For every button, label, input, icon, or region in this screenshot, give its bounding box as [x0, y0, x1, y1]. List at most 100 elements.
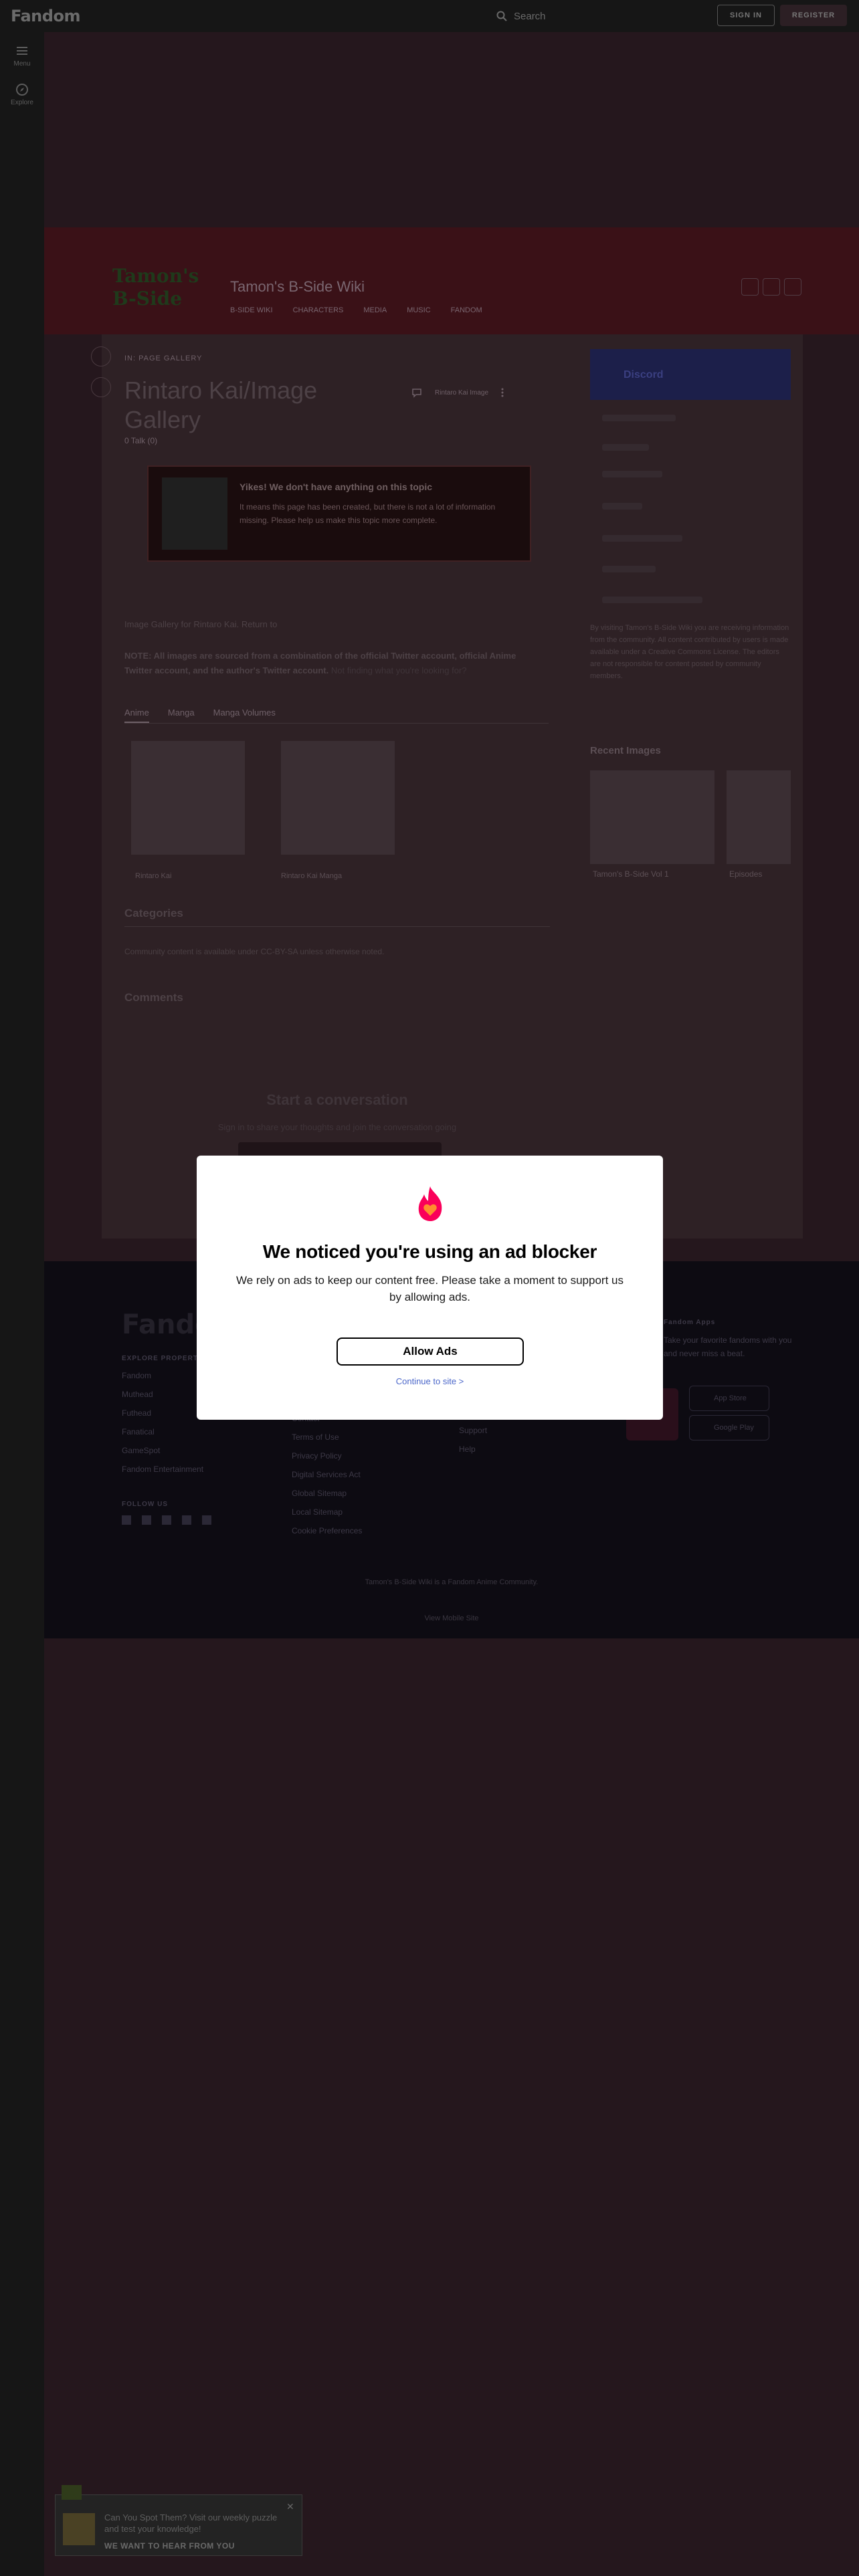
search-bar[interactable]: Search: [496, 7, 697, 25]
footer-link[interactable]: Fandom: [122, 1371, 151, 1380]
footer-link[interactable]: Muthead: [122, 1390, 153, 1399]
continue-to-site-link[interactable]: Continue to site >: [197, 1376, 663, 1386]
apps-text: Take your favorite fandoms with you and …: [664, 1335, 792, 1358]
note-rest: Not finding what you're looking for?: [330, 665, 467, 675]
fandom-logo[interactable]: Fandom: [11, 7, 80, 25]
explore-button[interactable]: Explore: [0, 83, 44, 106]
stub-notice: Yikes! We don't have anything on this to…: [147, 465, 531, 562]
footer-link[interactable]: Cookie Preferences: [292, 1526, 362, 1535]
placeholder-line: [602, 444, 649, 451]
categories-header[interactable]: Categories: [124, 907, 550, 927]
page-tools-label[interactable]: Rintaro Kai Image: [435, 389, 488, 397]
recent-image[interactable]: [727, 770, 791, 864]
footer-link[interactable]: Fandom Entertainment: [122, 1465, 203, 1474]
footer-link[interactable]: Digital Services Act: [292, 1470, 361, 1479]
intro-paragraph: Image Gallery for Rintaro Kai. Return to: [124, 619, 278, 629]
twitter-icon[interactable]: [142, 1515, 151, 1525]
placeholder-line: [602, 535, 682, 542]
footer-link[interactable]: Fanatical: [122, 1427, 155, 1436]
comment-icon[interactable]: [411, 387, 423, 399]
modal-text: We rely on ads to keep our content free.…: [236, 1274, 624, 1303]
youtube-icon[interactable]: [162, 1515, 171, 1525]
toast-cta[interactable]: WE WANT TO HEAR FROM YOU: [104, 2541, 235, 2551]
footer-link[interactable]: Local Sitemap: [292, 1507, 343, 1517]
footer-link[interactable]: Futhead: [122, 1408, 151, 1418]
about-text: By visiting Tamon's B-Side Wiki you are …: [590, 624, 789, 680]
toast-image: [63, 2513, 95, 2545]
instagram-icon[interactable]: [182, 1515, 191, 1525]
toc-button[interactable]: [91, 346, 111, 366]
modal-title: We noticed you're using an ad blocker: [262, 1241, 597, 1262]
mobile-site-link[interactable]: View Mobile Site: [44, 1614, 859, 1622]
social-links: [122, 1515, 211, 1525]
notice-image: [162, 477, 227, 550]
toast-text[interactable]: Can You Spot Them? Visit our weekly puzz…: [104, 2512, 285, 2535]
page-tools: Rintaro Kai Image: [411, 387, 504, 399]
facebook-icon[interactable]: [122, 1515, 131, 1525]
theme-toggle-button[interactable]: [763, 278, 780, 296]
gallery-image[interactable]: [131, 741, 245, 855]
google-play-badge[interactable]: Google Play: [689, 1415, 769, 1440]
hamburger-icon: [17, 47, 27, 55]
talk-link[interactable]: 0 Talk (0): [124, 436, 157, 445]
menu-label: Menu: [13, 60, 31, 68]
breadcrumb[interactable]: IN: PAGE GALLERY: [124, 354, 202, 362]
left-rail: Menu Explore: [0, 32, 44, 2576]
footer-link[interactable]: Terms of Use: [292, 1432, 339, 1442]
recent-image-caption[interactable]: Episodes: [729, 869, 762, 879]
gallery-caption[interactable]: Rintaro Kai Manga: [281, 872, 342, 880]
footer-note: Tamon's B-Side Wiki is a Fandom Anime Co…: [365, 1578, 539, 1586]
search-icon-button[interactable]: [741, 278, 759, 296]
linkedin-icon[interactable]: [202, 1515, 211, 1525]
placeholder-line: [602, 566, 656, 572]
wiki-logo[interactable]: Tamon's B-Side: [112, 265, 211, 318]
wiki-nav-item[interactable]: B-SIDE WIKI: [230, 306, 273, 314]
wiki-nav-item[interactable]: CHARACTERS: [293, 306, 344, 314]
conversation-text: Sign in to share your thoughts and join …: [217, 1122, 457, 1132]
global-nav: Fandom Search SIGN IN REGISTER: [0, 0, 859, 32]
wiki-nav-item[interactable]: MUSIC: [407, 306, 430, 314]
footer-link[interactable]: GameSpot: [122, 1446, 160, 1455]
page-title: Rintaro Kai/Image Gallery: [124, 377, 318, 433]
note-paragraph: NOTE: All images are sourced from a comb…: [124, 649, 533, 678]
follow-heading: FOLLOW US: [122, 1501, 168, 1508]
kebab-icon[interactable]: [500, 387, 504, 399]
wiki-nav: B-SIDE WIKI CHARACTERS MEDIA MUSIC FANDO…: [230, 306, 482, 314]
tab-anime[interactable]: Anime: [124, 704, 149, 723]
sign-in-button[interactable]: SIGN IN: [717, 5, 775, 26]
app-store-badge[interactable]: App Store: [689, 1386, 769, 1411]
wiki-title[interactable]: Tamon's B-Side Wiki: [230, 278, 365, 296]
notice-title: Yikes! We don't have anything on this to…: [240, 481, 433, 492]
recent-image[interactable]: [590, 770, 714, 864]
gallery-caption[interactable]: Rintaro Kai: [135, 872, 171, 880]
comments-header: Comments: [124, 991, 183, 1004]
register-button[interactable]: REGISTER: [780, 5, 847, 26]
more-button[interactable]: [784, 278, 801, 296]
discord-widget[interactable]: Discord: [590, 349, 791, 400]
footer-link[interactable]: Help: [459, 1444, 476, 1454]
explore-label: Explore: [11, 99, 33, 106]
wiki-nav-item[interactable]: FANDOM: [451, 306, 482, 314]
edit-icon[interactable]: [91, 377, 111, 397]
footer-link[interactable]: Support: [459, 1426, 487, 1435]
notice-text: It means this page has been created, but…: [240, 502, 496, 525]
recent-image-caption[interactable]: Tamon's B-Side Vol 1: [593, 869, 669, 879]
tab-manga-volumes[interactable]: Manga Volumes: [213, 704, 276, 723]
gallery-image[interactable]: [281, 741, 395, 855]
apps-heading: Fandom Apps: [664, 1319, 716, 1326]
recent-images-title: Recent Images: [590, 745, 661, 756]
wiki-nav-item[interactable]: MEDIA: [363, 306, 387, 314]
placeholder-line: [602, 503, 642, 510]
footer-link[interactable]: Privacy Policy: [292, 1451, 342, 1461]
gallery-tabs: Anime Manga Manga Volumes: [124, 704, 549, 724]
header-tools: [741, 278, 801, 296]
allow-ads-button[interactable]: Allow Ads: [337, 1337, 524, 1366]
search-label: Search: [514, 10, 546, 22]
adblock-modal: We noticed you're using an ad blocker We…: [197, 1156, 663, 1420]
toast-badge: [62, 2485, 82, 2500]
footer-link[interactable]: Global Sitemap: [292, 1489, 347, 1498]
placeholder-line: [602, 415, 676, 421]
menu-button[interactable]: Menu: [0, 44, 44, 68]
tab-manga[interactable]: Manga: [168, 704, 195, 723]
close-icon[interactable]: ✕: [286, 2501, 294, 2512]
